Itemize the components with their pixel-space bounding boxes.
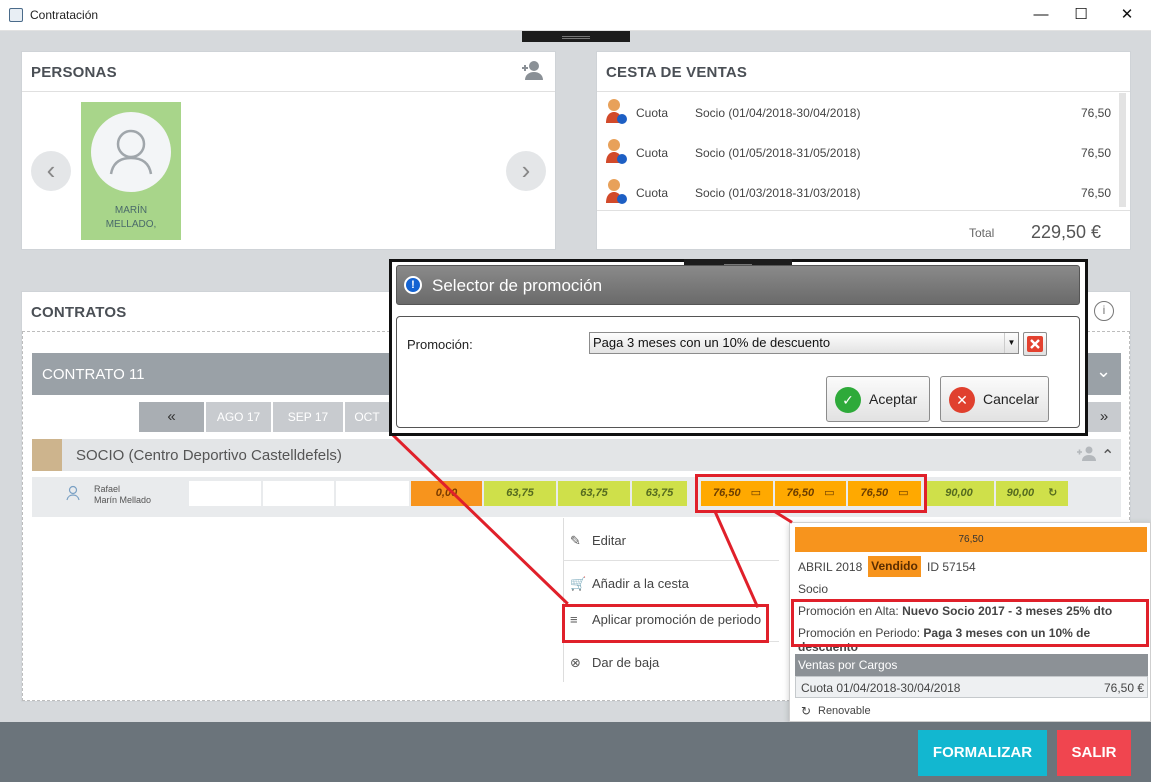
user-euro-icon: [604, 97, 628, 127]
add-member-icon[interactable]: [1076, 446, 1098, 465]
group-name: SOCIO (Centro Deportivo Castelldefels): [76, 447, 342, 464]
cesta-item-type: Cuota: [636, 106, 669, 120]
renovable-label: Renovable: [818, 705, 871, 717]
window-title: Contratación: [30, 8, 99, 22]
cesta-divider: [597, 91, 1130, 92]
tooltip-amount: 76,50: [795, 527, 1147, 552]
cesta-item-amount: 76,50: [1081, 146, 1112, 160]
title-bar: Contratación — ☐ ✕: [0, 0, 1151, 31]
person-name: MARÍN MELLADO,: [105, 205, 157, 230]
status-badge: Vendido: [868, 556, 921, 577]
cancel-label: Cancelar: [983, 391, 1040, 407]
collapse-contract-icon[interactable]: ⌄: [1096, 361, 1111, 382]
highlight-selected-cells: [695, 474, 927, 513]
cesta-item-amount: 76,50: [1081, 186, 1112, 200]
promo-select[interactable]: Paga 3 meses con un 10% de descuento ▼: [589, 332, 1019, 354]
member-first-name: Rafael: [94, 484, 121, 494]
clear-promo-button[interactable]: [1023, 332, 1047, 356]
renew-icon: ↻: [801, 704, 812, 718]
tooltip-id: ID 57154: [927, 560, 976, 574]
add-person-icon[interactable]: [519, 60, 545, 82]
month-tab[interactable]: OCT: [345, 402, 389, 432]
group-color-swatch: [32, 439, 62, 471]
user-euro-icon: [604, 137, 628, 167]
venta-row: Cuota 01/04/2018-30/04/2018 76,50 €: [795, 676, 1148, 698]
period-cell[interactable]: [263, 481, 334, 506]
promo-select-value: Paga 3 meses con un 10% de descuento: [593, 335, 831, 350]
accept-button[interactable]: ✓ Aceptar: [826, 376, 930, 422]
period-cell[interactable]: [189, 481, 261, 506]
highlight-apply-promo: [562, 604, 769, 643]
cart-add-icon: 🛒: [570, 576, 587, 591]
top-drag-handle[interactable]: [522, 31, 630, 42]
next-person-button[interactable]: ›: [506, 151, 546, 191]
menu-item-editar[interactable]: ✎ Editar: [570, 530, 626, 570]
user-euro-icon: [604, 177, 628, 207]
avatar: [91, 112, 171, 192]
period-cell[interactable]: 63,75: [484, 481, 556, 506]
cesta-item-amount: 76,50: [1081, 106, 1112, 120]
menu-item-label: Dar de baja: [592, 655, 660, 670]
check-icon: ✓: [835, 387, 861, 414]
prev-months-button[interactable]: «: [139, 402, 204, 432]
collapse-group-icon[interactable]: ⌃: [1101, 446, 1114, 466]
next-months-button[interactable]: »: [1087, 402, 1121, 432]
cesta-total-divider: [597, 210, 1130, 211]
cesta-title: CESTA DE VENTAS: [606, 64, 748, 81]
accept-label: Aceptar: [869, 391, 918, 407]
period-cell[interactable]: 90,00: [924, 481, 994, 506]
period-cell[interactable]: 63,75: [558, 481, 630, 506]
close-button[interactable]: ✕: [1117, 5, 1137, 25]
period-cell[interactable]: [336, 481, 409, 506]
month-tab[interactable]: SEP 17: [273, 402, 343, 432]
total-value: 229,50 €: [1031, 222, 1102, 242]
contratos-title: CONTRATOS: [31, 304, 127, 321]
period-cell[interactable]: 63,75: [632, 481, 687, 506]
cesta-item-type: Cuota: [636, 186, 669, 200]
cesta-item-description: Socio (01/03/2018-31/03/2018): [695, 186, 861, 200]
contract-name: CONTRATO 11: [42, 366, 145, 383]
total-label: Total: [969, 226, 995, 240]
ventas-header: Ventas por Cargos: [795, 654, 1148, 676]
cesta-item-description: Socio (01/04/2018-30/04/2018): [695, 106, 861, 120]
dropdown-arrow-icon: ▼: [1004, 333, 1018, 353]
menu-item-label: Añadir a la cesta: [592, 576, 689, 591]
close-icon: ✕: [949, 387, 975, 414]
venta-desc: Cuota 01/04/2018-30/04/2018: [801, 681, 961, 695]
cesta-scrollbar[interactable]: [1119, 93, 1126, 207]
app-icon: [9, 8, 23, 22]
minimize-button[interactable]: —: [1031, 5, 1051, 25]
cancel-circle-icon: ⊗: [570, 655, 581, 670]
info-icon[interactable]: i: [1094, 301, 1114, 321]
period-cell-value: 90,00: [1006, 487, 1035, 499]
personas-title: PERSONAS: [31, 64, 117, 81]
formalizar-button[interactable]: FORMALIZAR: [918, 730, 1047, 776]
venta-amount: 76,50 €: [1104, 681, 1145, 695]
highlight-promotions: [791, 599, 1149, 647]
tooltip-concept: Socio: [798, 582, 829, 596]
prev-person-button[interactable]: ‹: [31, 151, 71, 191]
member-icon: [65, 485, 81, 504]
exclamation-icon: !: [404, 276, 422, 294]
cancel-button[interactable]: ✕ Cancelar: [940, 376, 1049, 422]
tooltip-month: ABRIL 2018: [798, 560, 863, 574]
promo-field-label: Promoción:: [407, 337, 473, 352]
cesta-item-description: Socio (01/05/2018-31/05/2018): [695, 146, 861, 160]
month-tab[interactable]: AGO 17: [206, 402, 271, 432]
menu-item-dar-de-baja[interactable]: ⊗ Dar de baja: [570, 652, 659, 692]
pencil-icon: ✎: [570, 533, 581, 548]
dialog-title: Selector de promoción: [432, 276, 603, 295]
member-last-name: Marín Mellado: [94, 495, 152, 505]
personas-divider: [22, 91, 555, 92]
renew-icon: ↻: [1048, 487, 1058, 499]
period-cell[interactable]: 90,00 ↻: [996, 481, 1068, 506]
maximize-button[interactable]: ☐: [1071, 5, 1091, 25]
salir-button[interactable]: SALIR: [1057, 730, 1131, 776]
cesta-item-type: Cuota: [636, 146, 669, 160]
menu-item-label: Editar: [592, 533, 626, 548]
